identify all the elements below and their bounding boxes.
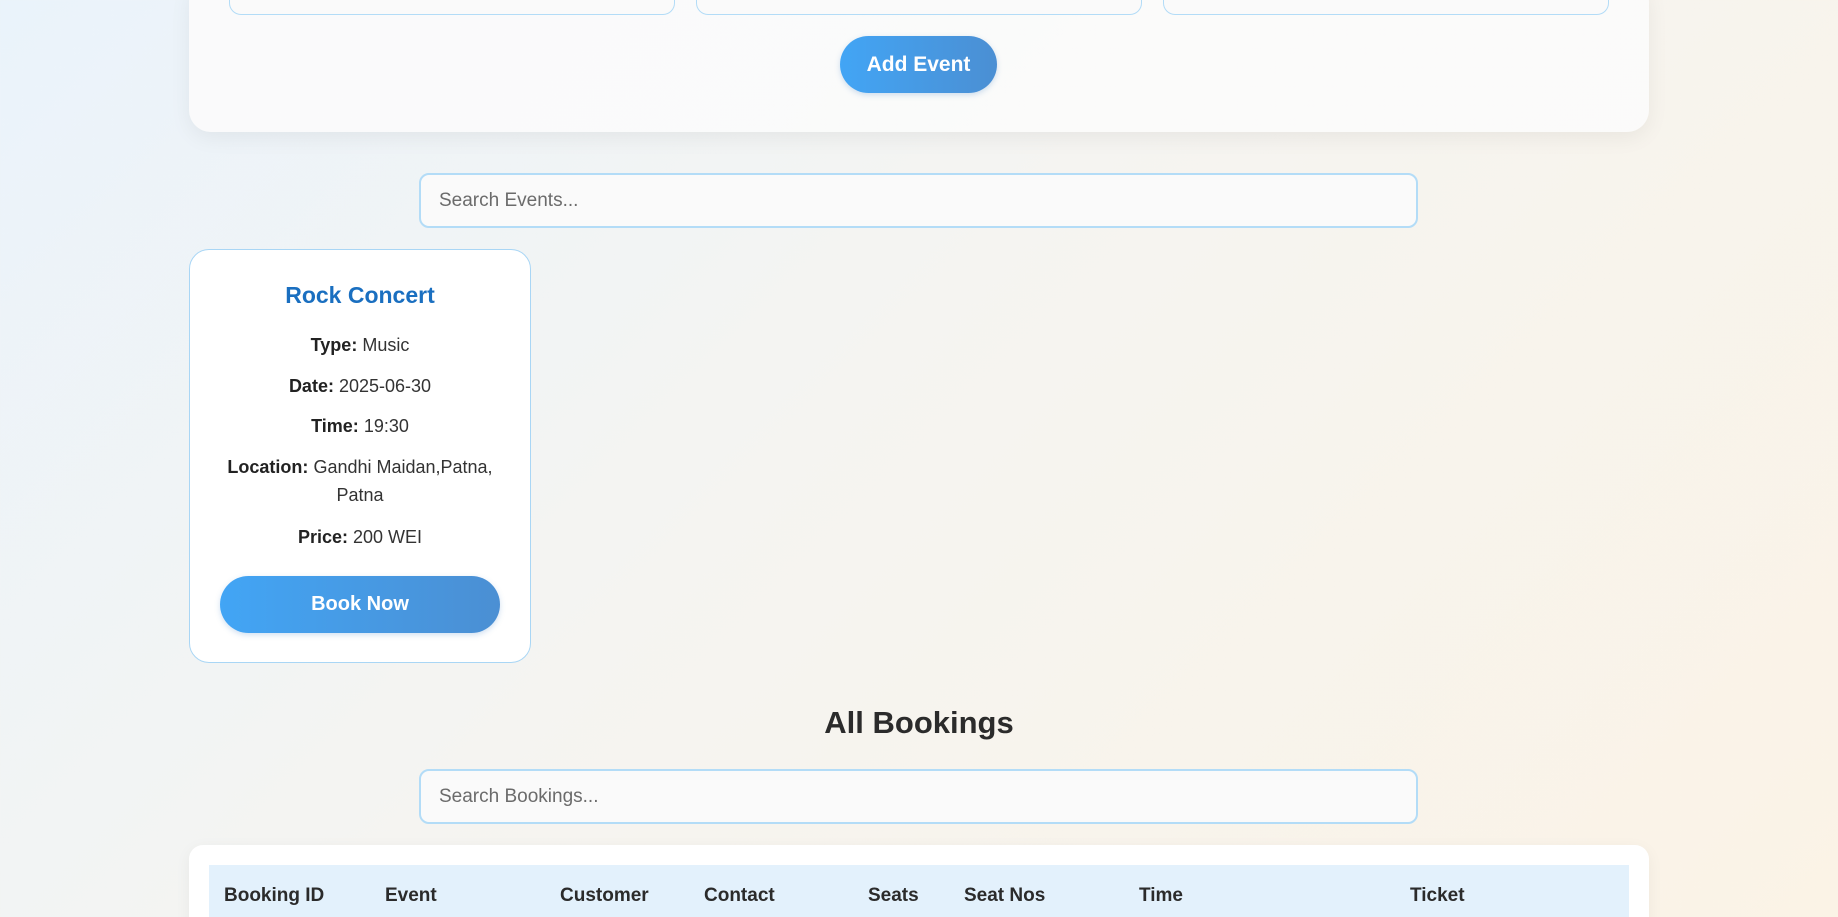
search-bookings-input[interactable] bbox=[419, 769, 1418, 824]
event-time: Time: 19:30 bbox=[210, 412, 510, 440]
event-time-value: 19:30 bbox=[363, 416, 409, 436]
event-date: Date: 2025-06-30 bbox=[210, 372, 510, 400]
bookings-table-header: Booking ID Event Customer Contact Seats … bbox=[209, 865, 1629, 917]
column-header-seat-nos: Seat Nos bbox=[964, 885, 1046, 906]
event-form-field[interactable] bbox=[696, 0, 1142, 15]
event-price-value: 200 WEI bbox=[353, 527, 423, 547]
event-location-label: Location: bbox=[227, 457, 309, 477]
event-type-value: Music bbox=[362, 335, 410, 355]
bookings-table: Booking ID Event Customer Contact Seats … bbox=[189, 845, 1649, 917]
event-date-label: Date: bbox=[288, 376, 334, 396]
column-header-booking-id: Booking ID bbox=[224, 885, 325, 906]
event-title: Rock Concert bbox=[285, 282, 435, 308]
event-type-label: Type: bbox=[310, 335, 358, 355]
event-location: Location: Gandhi Maidan,Patna, Patna bbox=[210, 453, 510, 509]
add-event-form: Add Event bbox=[189, 0, 1649, 132]
event-price: Price: 200 WEI bbox=[210, 523, 510, 551]
event-price-label: Price: bbox=[297, 527, 348, 547]
event-time-label: Time: bbox=[311, 416, 359, 436]
event-location-value: Gandhi Maidan,Patna, Patna bbox=[313, 457, 493, 505]
column-header-time: Time bbox=[1139, 885, 1184, 906]
book-now-button[interactable]: Book Now bbox=[220, 576, 500, 633]
event-type: Type: Music bbox=[210, 331, 510, 359]
search-events-input[interactable] bbox=[419, 173, 1418, 228]
event-form-field[interactable] bbox=[1163, 0, 1609, 15]
event-date-value: 2025-06-30 bbox=[338, 376, 432, 396]
column-header-contact: Contact bbox=[704, 885, 775, 906]
event-card: Rock Concert Type: Music Date: 2025-06-3… bbox=[189, 249, 531, 663]
event-form-field[interactable] bbox=[229, 0, 675, 15]
column-header-ticket: Ticket bbox=[1410, 885, 1465, 906]
bookings-heading: All Bookings bbox=[824, 705, 1014, 740]
column-header-event: Event bbox=[385, 885, 437, 906]
column-header-seats: Seats bbox=[868, 885, 919, 906]
add-event-button[interactable]: Add Event bbox=[840, 36, 997, 93]
column-header-customer: Customer bbox=[560, 885, 649, 906]
